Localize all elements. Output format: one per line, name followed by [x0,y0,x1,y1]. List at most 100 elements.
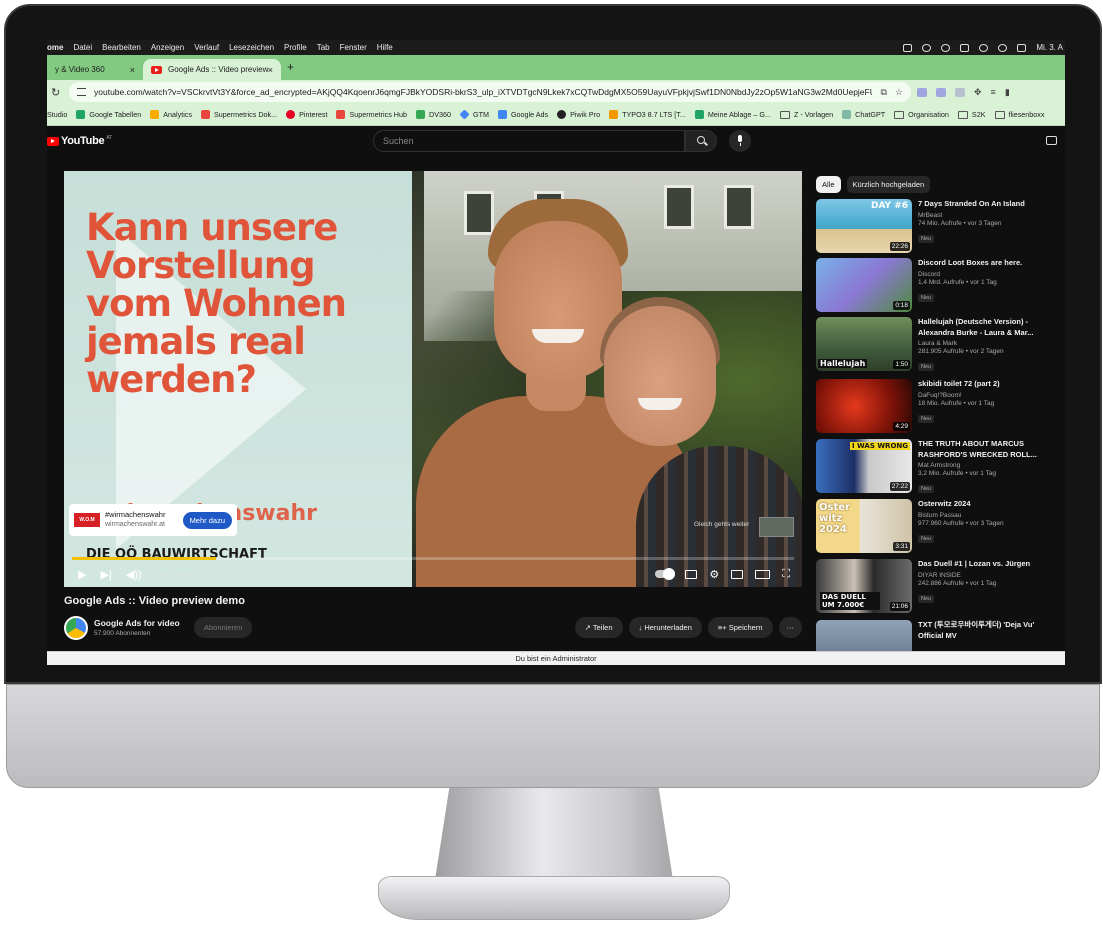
video-thumbnail[interactable]: DAY #6 22:26 [816,199,912,253]
menu-fenster[interactable]: Fenster [340,43,367,52]
bookmark-s2k[interactable]: S2K [957,110,986,119]
recommendation-title[interactable]: TXT (투모로우바이투게더) 'Deja Vu' Official MV [918,620,1056,641]
site-info-icon[interactable] [77,88,86,96]
play-status-icon[interactable] [941,43,951,52]
recommendation-item[interactable]: DAS DUELL UM 7.000€ 21:06 Das Duell #1 |… [816,559,1056,616]
search-input[interactable]: Suchen [373,130,685,152]
recommendation-channel[interactable]: MrBeast [918,212,1058,219]
recommendation-item[interactable]: Hallelujah 1:50 Hallelujah (Deutsche Ver… [816,317,1056,374]
extension-icon[interactable] [917,87,927,97]
next-icon[interactable]: ▶| [100,568,111,581]
recommendation-title[interactable]: Hallelujah (Deutsche Version) - Alexandr… [918,317,1058,338]
bookmark-star-icon[interactable]: ☆ [895,87,903,98]
close-icon[interactable]: × [130,65,135,75]
menu-bearbeiten[interactable]: Bearbeiten [102,43,141,52]
wifi-icon[interactable] [979,43,989,52]
recommendation-item[interactable]: DAY #6 22:26 7 Days Stranded On An Islan… [816,199,1056,256]
bookmark-supermetrics-dok[interactable]: Supermetrics Dok... [200,110,277,119]
recommendation-item[interactable]: I WAS WRONG 27:22 THE TRUTH ABOUT MARCUS… [816,439,1056,496]
recommendation-title[interactable]: 7 Days Stranded On An Island [918,199,1058,210]
ad-progress-bar[interactable] [72,557,794,560]
subscribe-button[interactable]: Abonnieren [194,617,253,638]
install-icon[interactable]: ⧉ [880,87,886,98]
puzzle-icon[interactable]: ✥ [974,87,982,98]
search-button[interactable] [685,130,717,152]
bookmark-chatgpt[interactable]: ChatGPT [842,110,885,119]
bookmark-z-vorlagen[interactable]: Z - Vorlagen [780,110,833,119]
autoplay-toggle[interactable] [655,568,676,580]
address-bar[interactable]: youtube.com/watch?v=VSCkrvtVt3Y&force_ad… [69,82,911,102]
recommendation-channel[interactable]: Mat Armstrong [918,462,1058,469]
recommendation-title[interactable]: THE TRUTH ABOUT MARCUS RASHFORD'S WRECKE… [918,439,1058,460]
battery-icon[interactable] [960,43,970,52]
new-tab-button[interactable]: + [287,60,294,74]
bookmark-organisation[interactable]: Organisation [894,110,949,119]
play-icon[interactable]: ▶ [78,568,86,581]
next-video-thumbnail[interactable] [759,517,794,537]
channel-name[interactable]: Google Ads for video [94,618,180,628]
video-thumbnail[interactable]: DAS DUELL UM 7.000€ 21:06 [816,559,912,613]
miniplayer-icon[interactable] [731,569,744,579]
chip-kuerzlich-hochgeladen[interactable]: Kürzlich hochgeladen [846,176,931,193]
recommendation-item[interactable]: 4:29 skibidi toilet 72 (part 2) DaFuq!?B… [816,379,1056,436]
menu-datei[interactable]: Datei [73,43,92,52]
bookmark-studio[interactable]: Studio [47,110,67,119]
subtitles-icon[interactable] [685,569,698,579]
download-button[interactable]: ↓ Herunterladen [628,617,702,638]
recommendation-title[interactable]: Osterwitz 2024 [918,499,1058,510]
mehr-dazu-button[interactable]: Mehr dazu [182,511,232,529]
menu-verlauf[interactable]: Verlauf [194,43,219,52]
bookmark-meine-ablage[interactable]: Meine Ablage – G... [694,110,771,119]
recommendation-item[interactable]: Oster witz 2024 3:31 Osterwitz 2024 Bist… [816,499,1056,556]
recommendation-channel[interactable]: Bistum Passau [918,512,1058,519]
recommendation-channel[interactable]: DaFuq!?Boom! [918,392,1058,399]
video-thumbnail[interactable] [816,620,912,651]
chip-alle[interactable]: Alle [816,176,841,193]
theater-mode-icon[interactable] [755,569,771,579]
recommendation-channel[interactable]: Laura & Mark [918,340,1058,347]
recommendation-channel[interactable]: DIYAR INSIDE [918,572,1058,579]
menu-anzeigen[interactable]: Anzeigen [151,43,184,52]
video-player[interactable]: Kann unsere Vorstellung vom Wohnen jemal… [64,171,802,587]
menu-lesezeichen[interactable]: Lesezeichen [229,43,274,52]
recommendation-title[interactable]: Das Duell #1 | Lozan vs. Jürgen [918,559,1058,570]
volume-icon[interactable]: ◀)) [126,568,142,581]
channel-avatar[interactable] [64,616,88,640]
extension-icon[interactable] [955,87,965,97]
bookmark-supermetrics-hub[interactable]: Supermetrics Hub [336,110,407,119]
url-text[interactable]: youtube.com/watch?v=VSCkrvtVt3Y&force_ad… [94,87,872,97]
bookmark-typo3[interactable]: TYPO3 8.7 LTS [T... [609,110,686,119]
bookmark-google-tabellen[interactable]: Google Tabellen [76,110,141,119]
menu-app[interactable]: ome [47,43,63,52]
spotlight-icon[interactable] [998,43,1008,52]
recommendation-item[interactable]: 0:18 Discord Loot Boxes are here. Discor… [816,258,1056,315]
tab-dv360[interactable]: y & Video 360 × [47,59,143,80]
bookmark-piwik-pro[interactable]: Piwik Pro [557,110,600,119]
video-thumbnail[interactable]: Oster witz 2024 3:31 [816,499,912,553]
bookmark-analytics[interactable]: Analytics [150,110,192,119]
sidepanel-icon[interactable]: ▮ [1005,87,1010,98]
app-status-icon[interactable] [903,43,913,52]
share-button[interactable]: ↗ Teilen [574,617,623,638]
reading-list-icon[interactable]: ≡ [991,87,996,97]
reload-icon[interactable]: ↻ [51,86,63,99]
bookmark-google-ads[interactable]: Google Ads [497,110,548,119]
save-button[interactable]: ≡+ Speichern [707,617,773,638]
bookmark-gtm[interactable]: GTM [459,109,489,120]
recommendation-title[interactable]: Discord Loot Boxes are here. [918,258,1058,269]
more-actions-button[interactable]: ··· [778,617,802,638]
tab-google-ads-preview[interactable]: Google Ads :: Video preview × [143,59,281,80]
bookmark-pinterest[interactable]: Pinterest [286,110,327,119]
youtube-logo[interactable]: YouTube AT [47,135,112,147]
fullscreen-icon[interactable]: ⛶ [782,568,790,581]
ad-sponsor-card[interactable]: W.O.M #wirmachenswahr wirmachenswahr.at … [69,504,237,536]
create-icon[interactable] [1046,136,1057,145]
menu-profile[interactable]: Profile [284,43,307,52]
voice-search-icon[interactable] [729,130,751,152]
recommendation-channel[interactable]: Discord [918,271,1058,278]
bookmark-dv360[interactable]: DV360 [416,110,451,119]
creative-cloud-icon[interactable] [922,43,932,52]
video-thumbnail[interactable]: I WAS WRONG 27:22 [816,439,912,493]
control-center-icon[interactable] [1017,43,1027,52]
recommendation-item[interactable]: TXT (투모로우바이투게더) 'Deja Vu' Official MV [816,620,1056,651]
